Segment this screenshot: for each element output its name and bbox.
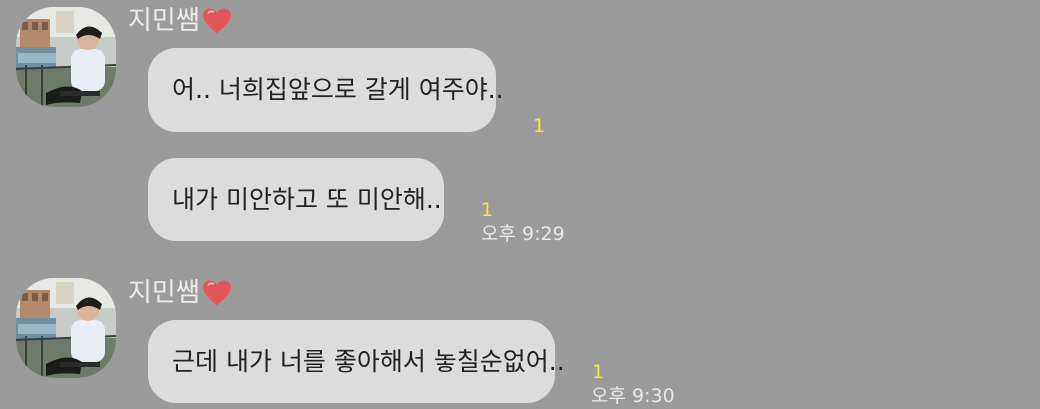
message-timestamp: 오후 9:30 <box>591 385 675 407</box>
profile-photo <box>16 278 116 378</box>
unread-count: 1 <box>592 361 605 383</box>
sender-name: 지민쌤 <box>128 278 232 308</box>
avatar[interactable] <box>16 7 116 107</box>
message-bubble[interactable]: 어.. 너희집앞으로 갈게 여주야.. <box>148 48 504 132</box>
message-text: 내가 미안하고 또 미안해.. <box>172 184 442 214</box>
sender-name-text: 지민쌤 <box>128 6 200 36</box>
sender-name: 지민쌤 <box>128 6 232 36</box>
profile-photo <box>16 7 116 107</box>
message-bubble[interactable]: 내가 미안하고 또 미안해.. <box>148 158 444 241</box>
message-timestamp: 오후 9:29 <box>481 223 565 245</box>
unread-count: 1 <box>481 199 494 221</box>
avatar[interactable] <box>16 278 116 378</box>
message-text: 근데 내가 너를 좋아해서 놓칠순없어.. <box>172 346 565 376</box>
heart-icon <box>202 8 231 34</box>
message-text: 어.. 너희집앞으로 갈게 여주야.. <box>172 75 504 104</box>
message-bubble[interactable]: 근데 내가 너를 좋아해서 놓칠순없어.. <box>148 320 565 403</box>
chat-area: 지민쌤 어.. 너희집앞으로 갈게 여주야.. 1 내가 미안하고 또 미안해.… <box>0 0 1040 409</box>
sender-name-text: 지민쌤 <box>128 278 200 308</box>
heart-icon <box>202 280 231 306</box>
unread-count: 1 <box>533 115 546 137</box>
